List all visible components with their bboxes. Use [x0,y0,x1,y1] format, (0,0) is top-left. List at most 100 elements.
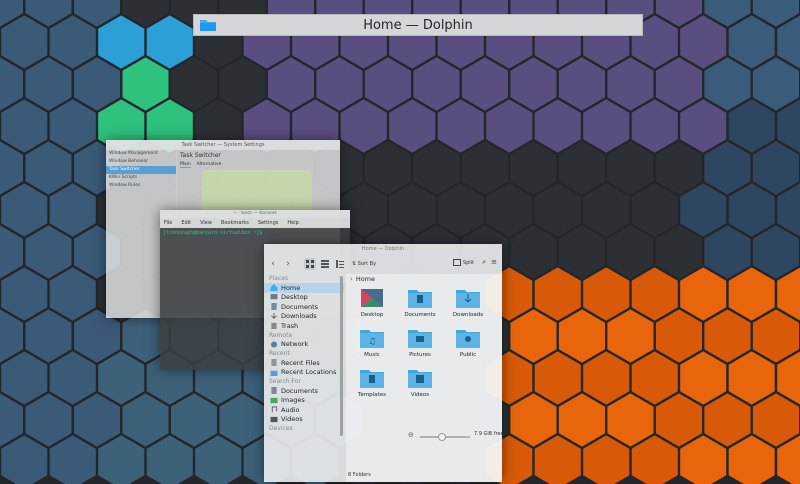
places-item-label: Trash [281,321,299,330]
audio-icon [271,406,278,413]
file-item[interactable]: Public [444,328,492,358]
file-item-label: Templates [358,392,386,398]
window-title-bar[interactable]: Home — Dolphin [193,14,643,36]
menu-view[interactable]: View [200,220,212,226]
chevron-right-icon: › [286,259,290,269]
split-view-icon [452,259,461,266]
places-item-label: Recent Files [281,358,320,367]
menu-file[interactable]: File [164,220,172,226]
settings-sidebar-item[interactable]: KWin Scripts [106,174,176,182]
pictures-folder-icon [408,330,432,348]
recent-files-icon [271,359,277,367]
window-title: Home — Dolphin [363,17,473,33]
breadcrumb: › Home [346,274,502,285]
chevron-left-icon: ‹ [271,259,275,269]
places-item-desktop[interactable]: Desktop [264,293,344,303]
downloads-icon [271,312,277,319]
compact-view-button[interactable] [319,258,331,270]
trash-icon [271,323,277,330]
places-panel: Places Home Desktop Documents Downloads Trash… [264,274,344,482]
videos-icon [270,416,278,422]
details-view-button[interactable] [334,258,346,270]
menu-settings[interactable]: Settings [258,220,279,226]
sort-by-button[interactable]: ⇅ Sort By [352,261,376,267]
file-view: › Home Desktop Documents Downloads ♫ Music Pi… [346,274,502,482]
places-item-recent-files[interactable]: Recent Files [264,358,344,368]
dolphin-window[interactable]: Home — Dolphin ‹ › ⇅ Sort By Split ⌕ ≡ P… [264,244,502,482]
chevron-right-icon: › [350,275,353,283]
menu-icon[interactable]: ≡ [491,258,497,266]
places-item-audio[interactable]: Audio [264,405,344,415]
places-item-trash[interactable]: Trash [264,321,344,331]
file-item[interactable]: Desktop [348,288,396,318]
icons-view-button[interactable] [304,258,316,270]
file-item-label: Public [459,352,477,358]
settings-sidebar-item[interactable]: Task Switcher [106,166,176,174]
forward-button[interactable]: › [282,258,294,270]
images-icon [270,397,278,403]
places-item-downloads[interactable]: Downloads [264,312,344,322]
places-item-label: Home [281,283,301,292]
file-item[interactable]: ♫ Music [348,328,396,358]
home-icon [270,284,278,292]
tab-alternative[interactable]: Alternative [197,162,222,168]
folder-count: 8 Folders [348,472,371,478]
places-section-header: Devices [269,425,293,432]
folder-icon [200,20,216,31]
file-item-label: Desktop [360,312,384,318]
documents-folder-icon [408,290,432,308]
places-item-images[interactable]: Images [264,396,344,406]
menu-help[interactable]: Help [287,220,298,226]
zoom-slider[interactable] [420,433,470,441]
zoom-slider-knob[interactable] [438,433,446,441]
file-item[interactable]: Videos [396,368,444,398]
places-item-label: Recent Locations [281,368,337,377]
desktop-folder-icon [361,289,383,307]
file-item-label: Pictures [409,352,431,358]
downloads-folder-icon [456,290,480,308]
places-item-label: Audio [281,405,300,414]
settings-sidebar-item[interactable]: Window Management [106,150,176,158]
status-bar: 8 Folders [264,468,502,482]
music-folder-icon: ♫ [360,330,384,348]
file-item[interactable]: Templates [348,368,396,398]
places-item-videos[interactable]: Videos [264,415,344,425]
places-item-documents[interactable]: Documents [264,302,344,312]
recent-locations-icon [270,370,278,376]
desktop-icon [270,293,278,299]
dolphin-toolbar: ‹ › ⇅ Sort By Split ⌕ ≡ [264,256,502,272]
terminal-prompt[interactable]: [trenozuph@manjaro-virtualbox ~]$ [160,228,350,238]
menu-bookmarks[interactable]: Bookmarks [221,220,249,226]
zoom-out-icon[interactable]: ⊖ [408,431,414,439]
settings-sidebar-item[interactable]: Window Rules [106,182,176,190]
places-item-recent-locations[interactable]: Recent Locations [264,368,344,378]
file-item[interactable]: Downloads [444,288,492,318]
places-item-home[interactable]: Home [264,283,344,293]
file-item[interactable]: Documents [396,288,444,318]
places-section-header: Places [269,275,289,282]
videos-folder-icon [408,370,432,388]
breadcrumb-home[interactable]: Home [356,274,375,285]
settings-sidebar-item[interactable]: Window Behavior [106,158,176,166]
places-item-label: Downloads [281,312,317,321]
back-button[interactable]: ‹ [267,258,279,270]
places-section-header: Search For [269,378,301,385]
network-icon [270,341,278,348]
free-space: 7.9 GiB free [474,431,504,437]
split-button[interactable]: Split [452,259,474,266]
places-item-label: Desktop [281,293,308,302]
places-item-label: Documents [281,302,319,311]
file-item[interactable]: Pictures [396,328,444,358]
search-icon[interactable]: ⌕ [482,258,486,267]
svg-text:♫: ♫ [368,337,376,347]
places-item-network[interactable]: Network [264,340,344,350]
places-scrollbar[interactable] [340,276,343,436]
documents-icon [271,303,277,311]
public-folder-icon [456,330,480,348]
places-item-documents[interactable]: Documents [264,386,344,396]
sort-by-label: Sort By [357,261,377,267]
sort-icon: ⇅ [352,261,357,267]
compact-view-icon [321,260,329,268]
menu-edit[interactable]: Edit [181,220,191,226]
tab-main[interactable]: Main [180,162,191,168]
